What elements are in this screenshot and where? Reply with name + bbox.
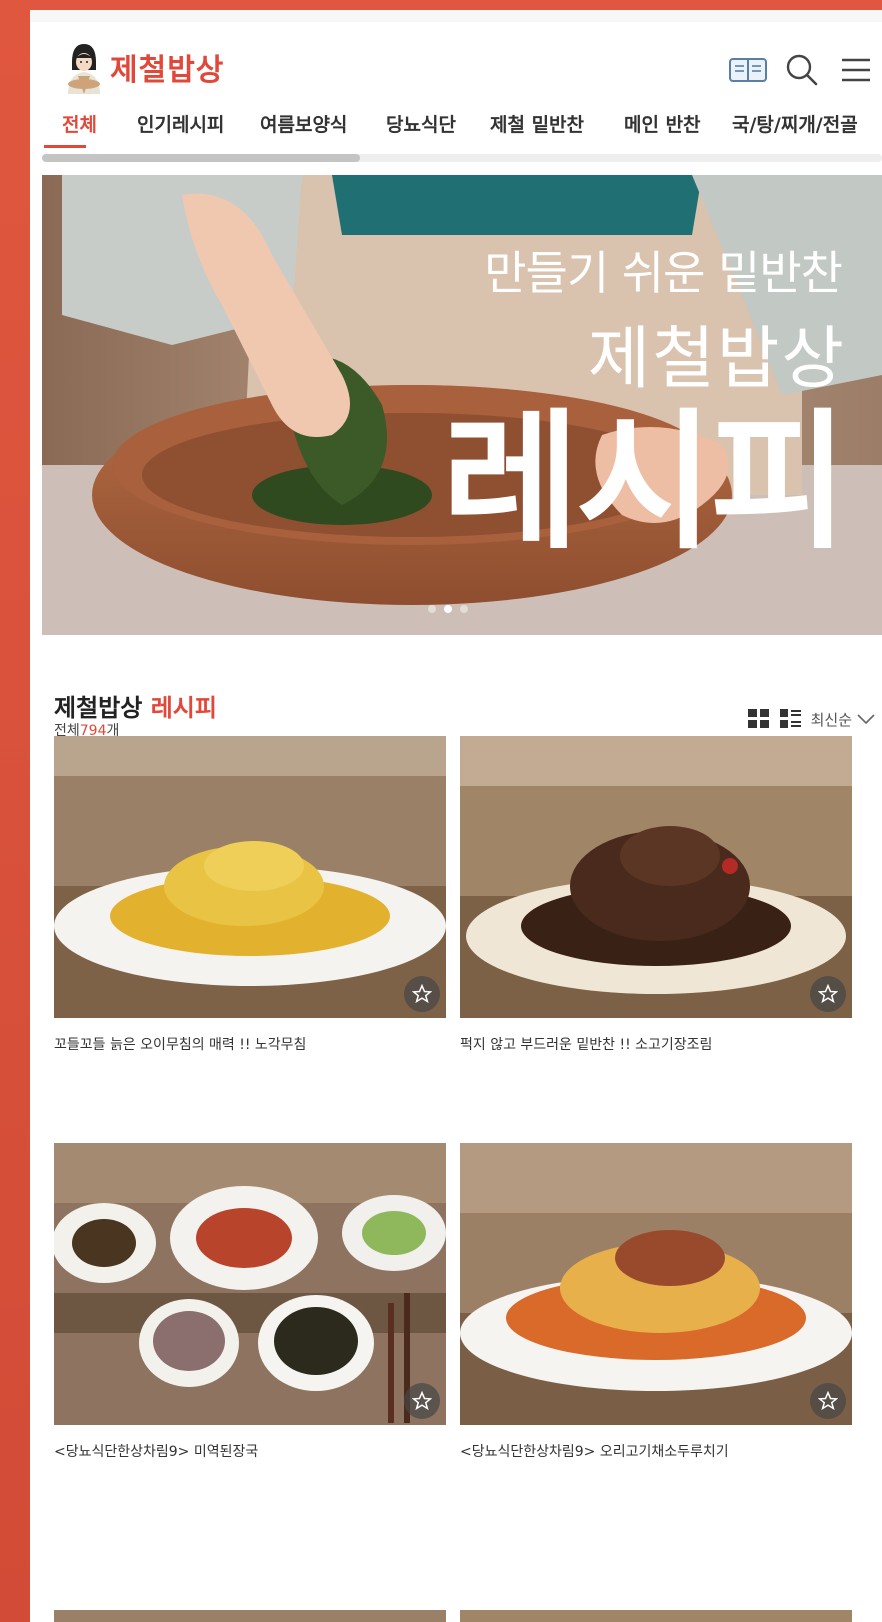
- search-icon[interactable]: [782, 52, 822, 88]
- tab-diabetes[interactable]: 당뇨식단: [386, 108, 456, 142]
- tab-popular[interactable]: 인기레시피: [137, 108, 224, 142]
- bookmark-button[interactable]: [404, 976, 440, 1012]
- hero-brand: 제철밥상: [587, 320, 846, 399]
- sort-dropdown[interactable]: 최신순: [811, 709, 876, 730]
- bookmark-button[interactable]: [810, 1383, 846, 1419]
- section-title: 제철밥상 레시피: [54, 688, 217, 723]
- frame-top: [0, 0, 882, 10]
- logo-text: 제철밥상: [110, 53, 225, 88]
- recipe-image[interactable]: [460, 1143, 852, 1425]
- book-icon[interactable]: [728, 52, 768, 88]
- recipe-image-partial[interactable]: [460, 1610, 852, 1622]
- recipe-image[interactable]: [54, 736, 446, 1018]
- tab-main-dish[interactable]: 메인 반찬: [624, 108, 701, 142]
- recipe-image[interactable]: [54, 1143, 446, 1425]
- view-controls: 최신순: [747, 708, 876, 730]
- tab-summer[interactable]: 여름보양식: [260, 108, 347, 142]
- menu-icon[interactable]: [836, 52, 876, 88]
- logo-avatar-icon: [62, 40, 106, 94]
- carousel-dot-active[interactable]: [444, 605, 452, 613]
- recipe-image[interactable]: [460, 736, 852, 1018]
- active-tab-indicator: [44, 145, 86, 148]
- hero-subtitle: 만들기 쉬운 밑반찬: [484, 246, 843, 300]
- recipe-title[interactable]: <당뇨식단한상차림9> 오리고기채소두루치기: [460, 1441, 852, 1461]
- hero-title: 레시피: [441, 396, 848, 570]
- tab-soup[interactable]: 국/탕/찌개/전골: [732, 108, 858, 142]
- logo[interactable]: 제철밥상: [62, 40, 224, 94]
- carousel-dot[interactable]: [428, 605, 436, 613]
- star-icon: [412, 1391, 432, 1411]
- tab-side-dish[interactable]: 제철 밑반찬: [490, 108, 584, 142]
- carousel-dots: [428, 605, 468, 613]
- section-title-main: 제철밥상: [54, 694, 143, 722]
- star-icon: [818, 1391, 838, 1411]
- recipe-title[interactable]: 꼬들꼬들 늙은 오이무침의 매력 !! 노각무침: [54, 1034, 446, 1054]
- carousel-dot[interactable]: [460, 605, 468, 613]
- bookmark-button[interactable]: [810, 976, 846, 1012]
- hero-banner[interactable]: 만들기 쉬운 밑반찬 제철밥상 레시피: [42, 175, 882, 635]
- star-icon: [412, 984, 432, 1004]
- frame-left: [0, 0, 30, 1622]
- recipe-image-partial[interactable]: [54, 1610, 446, 1622]
- list-view-icon[interactable]: [779, 708, 803, 730]
- category-nav: 전체 인기레시피 여름보양식 당뇨식단 제철 밑반찬 메인 반찬 국/탕/찌개/…: [48, 108, 882, 146]
- recipe-title[interactable]: 퍽지 않고 부드러운 밑반찬 !! 소고기장조림: [460, 1034, 852, 1054]
- star-icon: [818, 984, 838, 1004]
- recipe-title[interactable]: <당뇨식단한상차림9> 미역된장국: [54, 1441, 446, 1461]
- tab-all[interactable]: 전체: [62, 108, 97, 142]
- bookmark-button[interactable]: [404, 1383, 440, 1419]
- grid-view-icon[interactable]: [747, 708, 771, 730]
- chevron-down-icon: [857, 714, 875, 725]
- section-title-accent: 레시피: [150, 694, 217, 722]
- mobile-page: 제철밥상 전체 인기레시피 여름보양식 당뇨식단 제철 밑반찬 메인 반찬 국/…: [30, 10, 882, 1622]
- nav-scrollbar-thumb[interactable]: [42, 154, 360, 162]
- header-icons: [728, 52, 876, 88]
- sort-label: 최신순: [810, 710, 852, 729]
